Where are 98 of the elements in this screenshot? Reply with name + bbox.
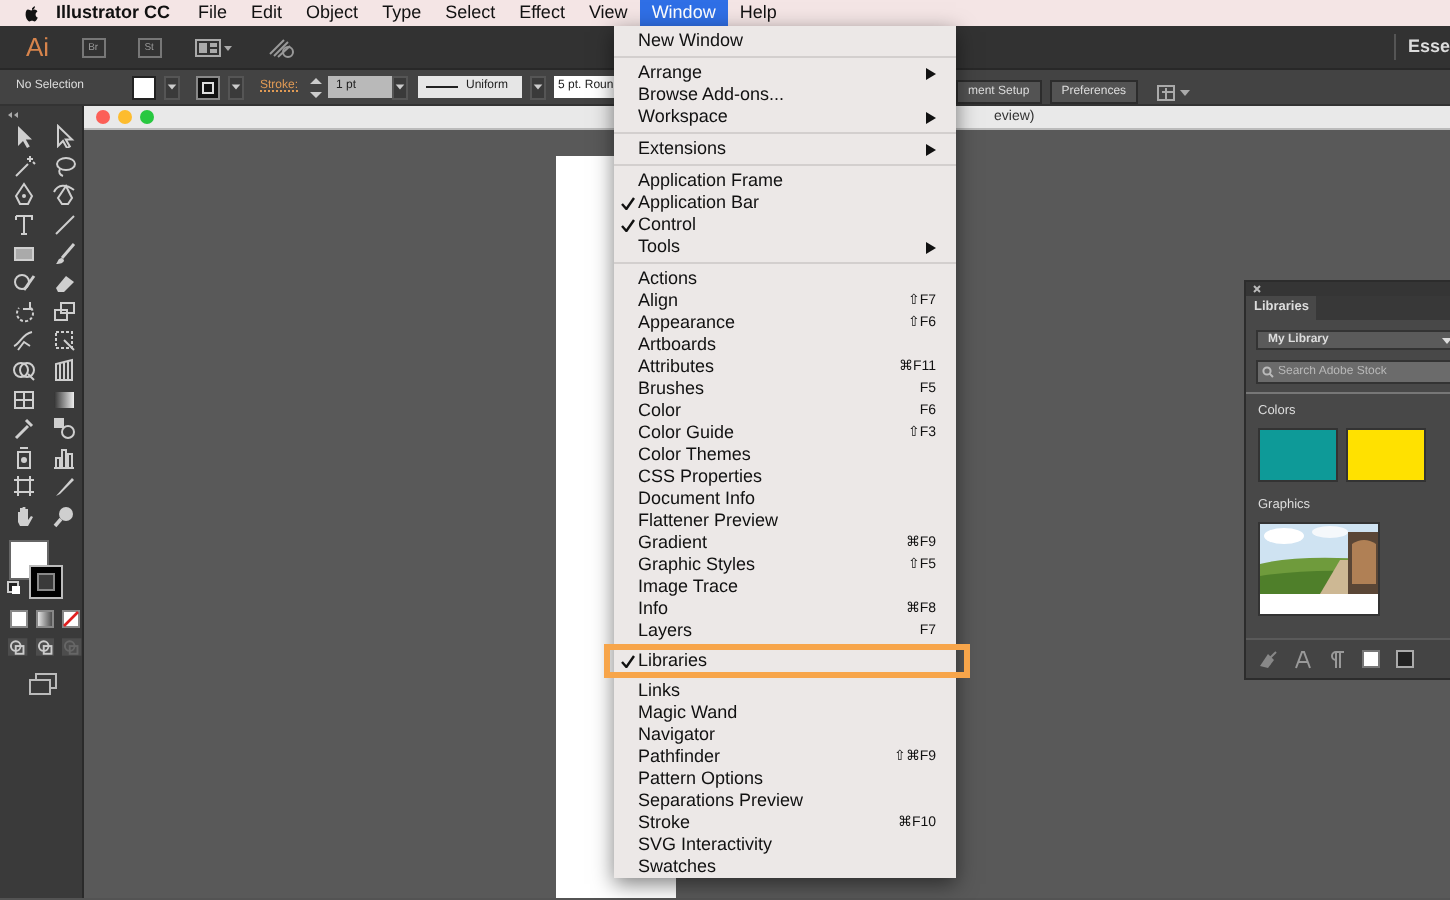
fill-icon[interactable]: [1258, 649, 1278, 669]
menu-item[interactable]: SVG Interactivity: [614, 834, 956, 856]
default-colors-icon[interactable]: [6, 580, 22, 597]
menu-title[interactable]: Type: [370, 0, 434, 26]
menu-item[interactable]: Flattener Preview: [614, 510, 956, 532]
apple-icon[interactable]: [20, 2, 40, 24]
check-icon: [620, 654, 636, 668]
character-style-icon[interactable]: [1294, 649, 1312, 669]
graphic-thumbnail[interactable]: [1258, 521, 1380, 615]
column-graph-icon[interactable]: [51, 445, 75, 470]
stroke-color-swatch[interactable]: [28, 564, 64, 601]
menu-item[interactable]: Swatches: [614, 856, 956, 878]
eyedropper-icon[interactable]: [11, 416, 35, 441]
rotate-icon[interactable]: [11, 299, 35, 324]
eraser-icon[interactable]: [51, 270, 75, 295]
add-stroke-icon[interactable]: [1396, 650, 1414, 668]
menu-item[interactable]: Links: [614, 680, 956, 702]
app-logo[interactable]: Ai: [26, 27, 50, 67]
collapse-icon[interactable]: [6, 110, 20, 120]
menu-item[interactable]: Color Themes: [614, 444, 956, 466]
color-swatch[interactable]: [1258, 427, 1338, 482]
menu-item[interactable]: Libraries: [604, 644, 970, 678]
none-mode-icon[interactable]: [62, 610, 80, 629]
draw-behind-icon[interactable]: [35, 638, 55, 657]
menu-item[interactable]: Separations Preview: [614, 790, 956, 812]
scale-icon[interactable]: [51, 299, 75, 324]
workspace-switcher[interactable]: Esse: [1393, 33, 1450, 61]
app-menu[interactable]: Illustrator CC: [40, 0, 187, 26]
caret-icon[interactable]: [230, 80, 242, 94]
caret-icon[interactable]: [166, 80, 178, 94]
submenu-arrow-icon: [926, 68, 936, 80]
screen-mode-icon[interactable]: [28, 672, 58, 697]
paragraph-style-icon[interactable]: [1328, 649, 1346, 669]
gradient-icon[interactable]: [51, 387, 75, 412]
caret-icon[interactable]: [532, 80, 545, 94]
menu-item[interactable]: Navigator: [614, 724, 956, 746]
submenu-arrow-icon: [926, 112, 936, 124]
direct-selection-icon[interactable]: [51, 124, 75, 149]
menu-title[interactable]: Window: [639, 0, 728, 26]
color-swatch[interactable]: [1346, 427, 1426, 482]
menu-item[interactable]: Document Info: [614, 488, 956, 510]
menu-item[interactable]: Actions: [614, 268, 956, 290]
draw-inside-icon[interactable]: [62, 638, 83, 657]
free-transform-icon[interactable]: [51, 328, 75, 353]
menu-item[interactable]: Tools: [614, 236, 956, 258]
menu-title[interactable]: Select: [433, 0, 508, 26]
add-fill-icon[interactable]: [1362, 650, 1380, 668]
pen-icon[interactable]: [11, 182, 35, 207]
menu-item[interactable]: Browse Add-ons...: [614, 84, 956, 106]
menu-title[interactable]: Object: [294, 0, 371, 26]
menu-item[interactable]: Workspace: [614, 106, 956, 128]
menu-item[interactable]: Arrange: [614, 62, 956, 84]
menu-title[interactable]: File: [186, 0, 240, 26]
panel-menu-icon[interactable]: [1156, 81, 1193, 103]
menu-item[interactable]: New Window: [614, 30, 956, 52]
perspective-grid-icon[interactable]: [51, 358, 75, 383]
menu-item[interactable]: Extensions: [614, 138, 956, 160]
menu-item[interactable]: Application Bar: [614, 192, 956, 214]
search-icon: [1262, 366, 1274, 378]
symbol-sprayer-icon[interactable]: [11, 445, 35, 470]
color-mode-icon[interactable]: [10, 610, 28, 629]
paintbrush-icon[interactable]: [51, 241, 75, 266]
arrange-documents-icon[interactable]: [193, 35, 234, 59]
fill-swatch[interactable]: [132, 75, 156, 99]
mesh-icon[interactable]: [11, 387, 35, 412]
menu-title[interactable]: Help: [727, 0, 789, 26]
magic-wand-icon[interactable]: [11, 153, 35, 178]
menu-item[interactable]: Application Frame: [614, 170, 956, 192]
width-icon[interactable]: [11, 328, 35, 353]
menu-title[interactable]: Edit: [239, 0, 295, 26]
menu-item[interactable]: Image Trace: [614, 576, 956, 598]
submenu-arrow-icon: [926, 242, 936, 254]
close-button[interactable]: [96, 110, 110, 124]
shaper-icon[interactable]: [11, 270, 35, 295]
shape-builder-icon[interactable]: [11, 358, 35, 383]
zoom-icon[interactable]: [51, 504, 75, 529]
artboard-icon[interactable]: [11, 474, 35, 499]
lasso-icon[interactable]: [51, 153, 75, 178]
curvature-pen-icon[interactable]: [51, 182, 75, 207]
draw-normal-icon[interactable]: [8, 638, 28, 657]
gradient-mode-icon[interactable]: [36, 610, 54, 629]
menu-item[interactable]: Pattern Options: [614, 768, 956, 790]
sync-icon[interactable]: [265, 34, 296, 60]
submenu-arrow-icon: [926, 144, 936, 156]
blend-icon[interactable]: [51, 416, 75, 441]
slice-icon[interactable]: [51, 474, 75, 499]
menu-item[interactable]: Control: [614, 214, 956, 236]
rectangle-icon[interactable]: [11, 241, 35, 266]
type-icon[interactable]: [11, 212, 35, 237]
menu-item[interactable]: Artboards: [614, 334, 956, 356]
line-icon[interactable]: [51, 212, 75, 237]
stroke-swatch[interactable]: [196, 75, 220, 99]
caret-icon: [1442, 335, 1450, 345]
close-icon[interactable]: [1252, 284, 1262, 294]
menu-title[interactable]: View: [576, 0, 640, 26]
menu-item[interactable]: Magic Wand: [614, 702, 956, 724]
menu-item[interactable]: CSS Properties: [614, 466, 956, 488]
menu-title[interactable]: Effect: [507, 0, 577, 26]
